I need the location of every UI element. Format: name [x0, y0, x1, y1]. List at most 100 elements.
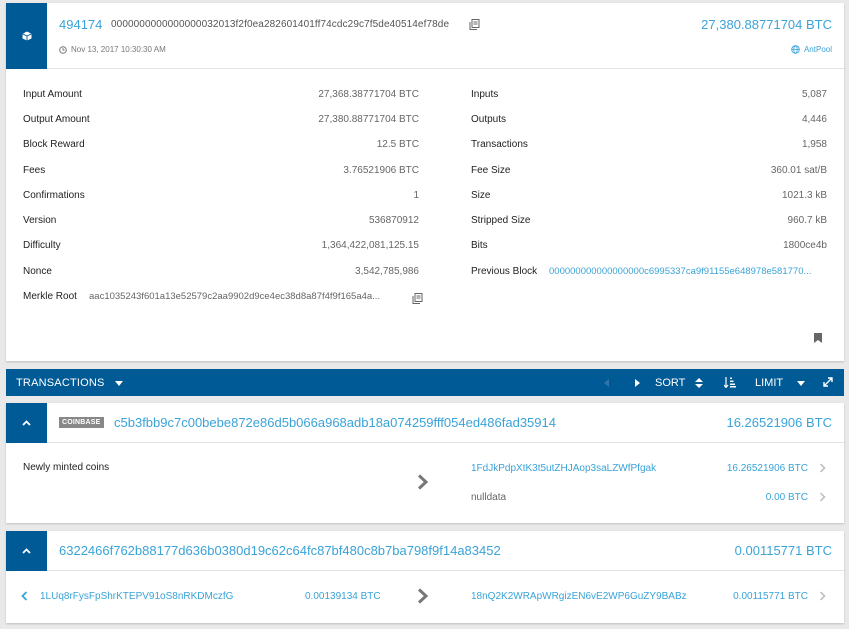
- previous-block-label: Previous Block: [471, 266, 538, 277]
- sort-icon[interactable]: [695, 378, 703, 388]
- transaction-hash-link[interactable]: 6322466f762b88177d636b0380d19c62c64fc87b…: [59, 543, 501, 558]
- next-page-icon[interactable]: [634, 379, 640, 387]
- chevron-right-icon[interactable]: [819, 591, 826, 601]
- stat-value: 536870912: [368, 215, 419, 226]
- stat-value: 1,364,422,081,125.15: [321, 240, 419, 251]
- stat-label: Bits: [471, 240, 488, 251]
- stat-value: 360.01 sat/B: [770, 165, 827, 176]
- stat-label: Difficulty: [23, 240, 61, 251]
- block-header: 494174 0000000000000000032013f2f0ea28260…: [6, 3, 844, 69]
- stat-row: Nonce 3,542,785,986: [23, 265, 419, 279]
- output-amount: 0.00115771 BTC: [733, 591, 808, 602]
- stat-row: Inputs 5,087: [471, 88, 827, 102]
- merkle-root-value: aac1035243f601a13e52579c2aa9902d9ce4ec38…: [89, 291, 381, 302]
- stat-label: Nonce: [23, 266, 52, 277]
- input-text: Newly minted coins: [23, 462, 110, 473]
- stat-value: 12.5 BTC: [376, 139, 419, 150]
- chevron-up-icon: [22, 420, 31, 426]
- transaction-header: COINBASE c5b3fbb9c7c00bebe872e86d5b066a9…: [6, 403, 844, 443]
- previous-block-link[interactable]: 000000000000000000c6995337ca9f91155e6489…: [549, 265, 811, 279]
- stat-label: Stripped Size: [471, 215, 531, 226]
- stat-row: Input Amount 27,368.38771704 BTC: [23, 88, 419, 102]
- chevron-down-icon: [114, 380, 123, 386]
- stat-row: Block Reward 12.5 BTC: [23, 138, 419, 152]
- stat-row: Difficulty 1,364,422,081,125.15: [23, 239, 419, 253]
- block-height-link[interactable]: 494174: [59, 17, 102, 32]
- copy-icon[interactable]: [469, 19, 480, 30]
- block-time-text: Nov 13, 2017 10:30:30 AM: [71, 45, 166, 54]
- stat-value: 1800ce4b: [783, 240, 827, 251]
- stat-row: Transactions 1,958: [471, 138, 827, 152]
- transaction-card: COINBASE c5b3fbb9c7c00bebe872e86d5b066a9…: [6, 403, 844, 523]
- transaction-hash-link[interactable]: c5b3fbb9c7c00bebe872e86d5b066a968adb18a0…: [114, 415, 556, 430]
- stat-label: Confirmations: [23, 190, 85, 201]
- limit-dropdown[interactable]: LIMIT: [755, 377, 806, 389]
- stat-row: Outputs 4,446: [471, 113, 827, 127]
- arrow-right-icon: [417, 474, 429, 490]
- sort-order-icon[interactable]: [724, 377, 736, 388]
- block-amount: 27,380.88771704 BTC: [701, 17, 832, 32]
- limit-label: LIMIT: [755, 377, 784, 389]
- chevron-right-icon[interactable]: [819, 492, 826, 502]
- output-amount: 16.26521906 BTC: [726, 463, 808, 474]
- transactions-dropdown[interactable]: TRANSACTIONS: [16, 377, 123, 389]
- stat-label: Block Reward: [23, 139, 85, 150]
- copy-icon[interactable]: [412, 293, 423, 304]
- chevron-down-icon: [797, 380, 806, 386]
- stat-value: 5,087: [801, 89, 827, 100]
- stat-value: 27,380.88771704 BTC: [318, 114, 419, 125]
- output-address-link[interactable]: 1FdJkPdpXtK3t5utZHJAop3saLZWfPfgak: [471, 463, 656, 474]
- output-amount: 0.00 BTC: [765, 492, 808, 503]
- mining-pool-link[interactable]: AntPool: [791, 45, 832, 54]
- output-address-link[interactable]: 18nQ2K2WRApWRgizEN6vE2WP6GuZY9BABz: [471, 591, 687, 602]
- stat-value: 3,542,785,986: [355, 266, 419, 277]
- prev-page-icon[interactable]: [604, 379, 610, 387]
- block-card: 494174 0000000000000000032013f2f0ea28260…: [6, 3, 844, 361]
- block-hash: 0000000000000000032013f2f0ea282601401ff7…: [111, 19, 450, 30]
- stat-row: Stripped Size 960.7 kB: [471, 214, 827, 228]
- stat-label: Outputs: [471, 114, 507, 125]
- transaction-amount: 0.00115771 BTC: [734, 543, 832, 558]
- globe-icon: [791, 45, 800, 54]
- stat-value: 27,368.38771704 BTC: [318, 89, 419, 100]
- block-time: Nov 13, 2017 10:30:30 AM: [59, 45, 166, 54]
- stat-row: Fees 3.76521906 BTC: [23, 164, 419, 178]
- input-amount: 0.00139134 BTC: [305, 591, 381, 602]
- collapse-toggle[interactable]: [6, 403, 47, 443]
- expand-icon[interactable]: [823, 377, 833, 387]
- arrow-right-icon: [417, 588, 429, 604]
- transaction-card: 6322466f762b88177d636b0380d19c62c64fc87b…: [6, 531, 844, 623]
- mining-pool-name: AntPool: [803, 45, 832, 54]
- stat-row: Output Amount 27,380.88771704 BTC: [23, 113, 419, 127]
- transaction-amount: 16.26521906 BTC: [726, 415, 832, 430]
- stat-row: Fee Size 360.01 sat/B: [471, 164, 827, 178]
- stat-row: Size 1021.3 kB: [471, 189, 827, 203]
- stat-label: Fees: [23, 165, 46, 176]
- stat-value: 960.7 kB: [787, 215, 827, 226]
- stat-label: Fee Size: [471, 165, 511, 176]
- stat-label: Input Amount: [23, 89, 82, 100]
- stat-row: Bits 1800ce4b: [471, 239, 827, 253]
- chevron-right-icon[interactable]: [819, 463, 826, 473]
- chevron-left-icon[interactable]: [21, 591, 28, 601]
- collapse-toggle[interactable]: [6, 531, 47, 571]
- stat-row: Confirmations 1: [23, 189, 419, 203]
- stat-value: 1,958: [801, 139, 827, 150]
- transactions-toolbar: TRANSACTIONS SORT LIMIT: [6, 369, 844, 396]
- sort-button[interactable]: SORT: [655, 377, 685, 389]
- coinbase-badge: COINBASE: [59, 417, 104, 428]
- stat-label: Output Amount: [23, 114, 90, 125]
- stat-label: Inputs: [471, 89, 499, 100]
- bookmark-icon[interactable]: [814, 333, 822, 343]
- output-address: nulldata: [471, 492, 507, 503]
- transaction-header: 6322466f762b88177d636b0380d19c62c64fc87b…: [6, 531, 844, 571]
- block-icon: [6, 3, 47, 69]
- merkle-root-row: Merkle Root aac1035243f601a13e52579c2aa9…: [23, 290, 419, 304]
- clock-icon: [59, 45, 67, 54]
- chevron-up-icon: [22, 548, 31, 554]
- stat-row: Version 536870912: [23, 214, 419, 228]
- input-address-link[interactable]: 1LUq8rFysFpShrKTEPV91oS8nRKDMczfG: [40, 591, 233, 602]
- stat-value: 1: [413, 190, 419, 201]
- merkle-root-label: Merkle Root: [23, 291, 77, 302]
- stat-label: Size: [471, 190, 491, 201]
